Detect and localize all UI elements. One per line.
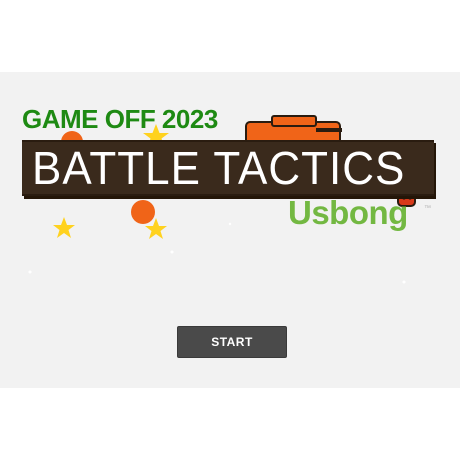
game-canvas[interactable]: GAME OFF 2023 BATTLE TACTICS Usbong ™ ST…	[0, 72, 460, 388]
trademark-mark: ™	[424, 205, 431, 212]
game-title: BATTLE TACTICS	[32, 142, 406, 195]
star-icon	[53, 217, 75, 238]
page: GAME OFF 2023 BATTLE TACTICS Usbong ™ ST…	[0, 0, 460, 460]
jam-label: GAME OFF 2023	[22, 104, 218, 134]
start-button[interactable]: START	[177, 326, 287, 358]
orange-orb-icon	[131, 200, 155, 224]
studio-label: Usbong	[288, 194, 408, 231]
